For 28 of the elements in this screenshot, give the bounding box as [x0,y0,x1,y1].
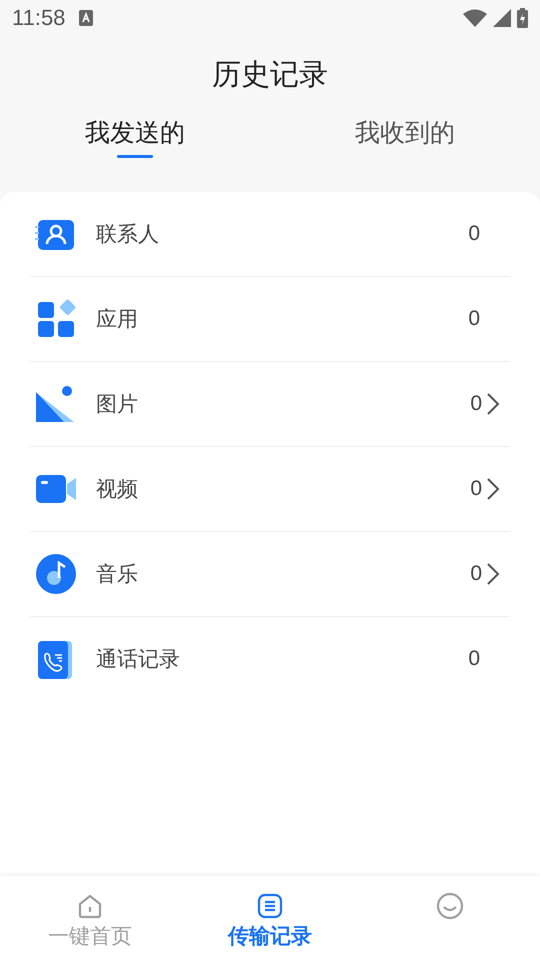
nav-tab[interactable]: 传输记录 [180,876,360,960]
tab[interactable]: 我收到的 [270,116,540,158]
smiley-icon [436,892,464,920]
battery-icon [517,8,528,28]
signal-icon [493,9,511,27]
item-count: 0 [470,477,482,501]
chevron-right-icon[interactable] [486,562,500,586]
item-count: 0 [468,647,480,671]
item-count: 0 [470,392,482,416]
category-label[interactable]: 视频 [96,475,470,503]
category-label[interactable]: 音乐 [96,560,470,588]
category-label[interactable]: 通话记录 [96,645,468,673]
item-count: 0 [468,307,480,331]
wifi-icon [463,9,487,27]
category-label[interactable]: 图片 [96,390,470,418]
music-note-icon [34,552,78,596]
page-title: 历史记录 [211,56,329,93]
status-time: 11:58 [12,5,66,31]
category-label[interactable]: 应用 [96,305,468,333]
tab[interactable]: 我发送的 [0,116,270,158]
chevron-right-icon[interactable] [486,477,500,501]
keyboard-notification-icon [79,10,94,26]
document-icon [256,892,284,920]
chevron-right-icon[interactable] [486,392,500,416]
home-icon [76,892,104,920]
item-count: 0 [468,222,480,246]
category-label[interactable]: 联系人 [96,220,468,248]
item-count: 0 [470,562,482,586]
